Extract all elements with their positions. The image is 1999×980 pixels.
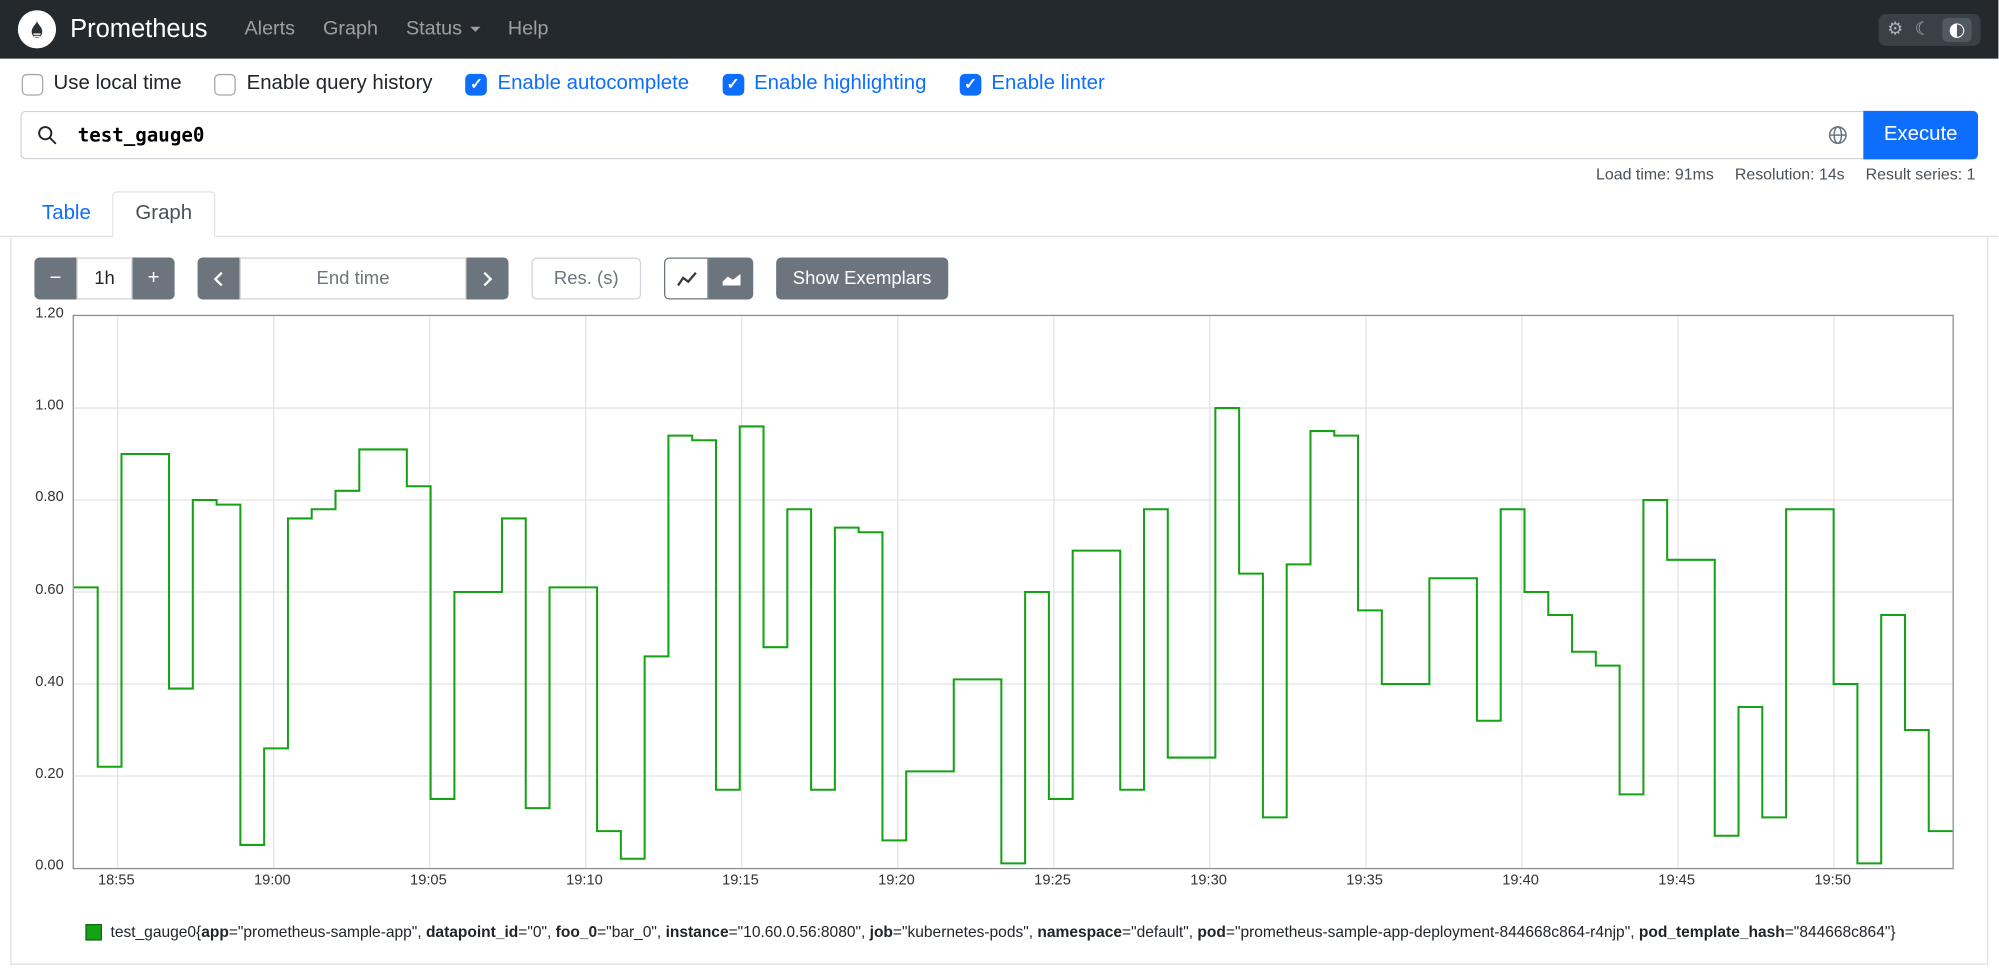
load-time-stat: Load time: 91ms: [1596, 165, 1714, 184]
option-label: Enable query history: [246, 72, 433, 95]
options-row: Use local time Enable query history Enab…: [0, 59, 1998, 105]
x-axis-label: 19:10: [566, 873, 603, 889]
search-icon: [22, 125, 73, 145]
nav-links: Alerts Graph Status Help: [230, 18, 562, 41]
option-enable-autocomplete[interactable]: Enable autocomplete: [465, 72, 690, 96]
stacked-chart-icon: [722, 273, 740, 285]
auto-theme-contrast-icon[interactable]: ◐: [1942, 17, 1972, 42]
graph-toolbar: − + Show E: [34, 257, 1956, 300]
option-enable-highlighting[interactable]: Enable highlighting: [722, 73, 926, 96]
plot-outer: 18:55 19:00 19:05 19:10 19:15 19:20 19:25 19:30…: [35, 307, 1954, 897]
chevron-down-icon: [469, 26, 480, 32]
time-forward-button[interactable]: [466, 257, 509, 300]
duration-input[interactable]: [76, 257, 133, 300]
y-axis-label: 0.80: [35, 490, 64, 506]
checkbox-icon[interactable]: [214, 73, 237, 95]
x-axis-label: 19:25: [1034, 873, 1071, 889]
plot-area[interactable]: [72, 314, 1954, 870]
y-axis-label: 1.00: [35, 398, 64, 414]
resolution-input[interactable]: [531, 257, 642, 300]
x-axis: 18:55 19:00 19:05 19:10 19:15 19:20 19:25 19:30…: [73, 874, 1954, 897]
result-series-stat: Result series: 1: [1865, 165, 1976, 184]
nav-status-dropdown[interactable]: Status: [392, 18, 494, 41]
nav-help[interactable]: Help: [494, 18, 563, 41]
checkbox-icon[interactable]: [465, 73, 488, 95]
theme-settings-group: ⚙ ☾ ◐: [1878, 13, 1981, 46]
y-axis-label: 0.00: [35, 858, 64, 874]
duration-decrease-button[interactable]: −: [34, 257, 77, 300]
show-exemplars-button[interactable]: Show Exemplars: [776, 257, 948, 300]
y-axis-label: 0.20: [35, 766, 64, 782]
checkbox-icon[interactable]: [21, 73, 44, 95]
navbar: Prometheus Alerts Graph Status Help ⚙ ☾ …: [0, 0, 1999, 59]
stacked-chart-toggle-button[interactable]: [708, 257, 754, 300]
x-axis-label: 19:40: [1502, 873, 1539, 889]
duration-control-group: − +: [34, 257, 175, 300]
x-axis-label: 19:20: [878, 873, 915, 889]
checkbox-icon[interactable]: [722, 73, 744, 95]
y-axis-label: 1.20: [35, 306, 64, 322]
query-row: Execute: [0, 110, 1998, 160]
x-axis-label: 19:15: [722, 873, 759, 889]
x-axis-label: 19:00: [254, 873, 291, 889]
expression-input[interactable]: [72, 123, 1813, 147]
series-line: [73, 407, 1953, 865]
brand-title[interactable]: Prometheus: [70, 15, 207, 44]
time-range-control-group: [197, 257, 509, 300]
prometheus-app: Prometheus Alerts Graph Status Help ⚙ ☾ …: [0, 0, 1999, 980]
option-enable-query-history[interactable]: Enable query history: [214, 72, 433, 96]
line-chart-toggle-button[interactable]: [664, 257, 709, 300]
option-label: Enable highlighting: [754, 72, 927, 95]
legend-color-swatch: [85, 923, 102, 940]
metrics-explorer-globe-icon[interactable]: [1812, 125, 1863, 145]
end-time-input[interactable]: [239, 257, 467, 300]
line-chart-icon: [676, 271, 697, 286]
chart-type-toggle-group: [664, 257, 754, 300]
x-axis-label: 19:50: [1814, 873, 1852, 889]
x-axis-label: 19:30: [1190, 873, 1227, 889]
option-label: Enable autocomplete: [497, 72, 690, 95]
chevron-right-icon: [483, 271, 493, 286]
duration-increase-button[interactable]: +: [132, 257, 175, 300]
y-axis-label: 0.40: [35, 674, 64, 690]
query-stats: Load time: 91ms Resolution: 14s Result s…: [0, 159, 1998, 184]
expression-input-group: [20, 110, 1864, 160]
dark-theme-moon-icon[interactable]: ☾: [1915, 20, 1931, 38]
graph-panel: − + Show E: [10, 237, 1989, 965]
resolution-stat: Resolution: 14s: [1734, 165, 1845, 184]
option-label: Enable linter: [991, 72, 1105, 95]
panel-tabs: Table Graph: [0, 191, 1999, 238]
nav-status-label: Status: [406, 17, 463, 40]
option-enable-linter[interactable]: Enable linter: [959, 72, 1105, 96]
chart-region: 18:55 19:00 19:05 19:10 19:15 19:20 19:25 19:30…: [24, 307, 1956, 897]
x-axis-label: 18:55: [97, 873, 135, 889]
tab-graph[interactable]: Graph: [112, 191, 216, 238]
option-use-local-time[interactable]: Use local time: [21, 72, 182, 96]
legend-label[interactable]: test_gauge0{app="prometheus-sample-app",…: [111, 923, 1896, 941]
chevron-left-icon: [213, 271, 223, 286]
tab-table[interactable]: Table: [20, 192, 112, 235]
execute-button[interactable]: Execute: [1863, 110, 1979, 160]
x-axis-label: 19:45: [1658, 873, 1695, 889]
chart-canvas[interactable]: [73, 316, 1953, 868]
nav-graph[interactable]: Graph: [309, 18, 392, 41]
chart-legend: test_gauge0{app="prometheus-sample-app",…: [24, 923, 1956, 941]
checkbox-icon[interactable]: [959, 73, 982, 95]
x-axis-label: 19:35: [1346, 873, 1383, 889]
option-label: Use local time: [53, 72, 182, 95]
time-back-button[interactable]: [197, 257, 240, 300]
prometheus-logo-icon[interactable]: [17, 10, 57, 49]
y-axis-label: 0.60: [35, 582, 64, 598]
nav-alerts[interactable]: Alerts: [230, 18, 309, 41]
settings-gear-icon[interactable]: ⚙: [1887, 20, 1903, 38]
x-axis-label: 19:05: [410, 873, 447, 889]
